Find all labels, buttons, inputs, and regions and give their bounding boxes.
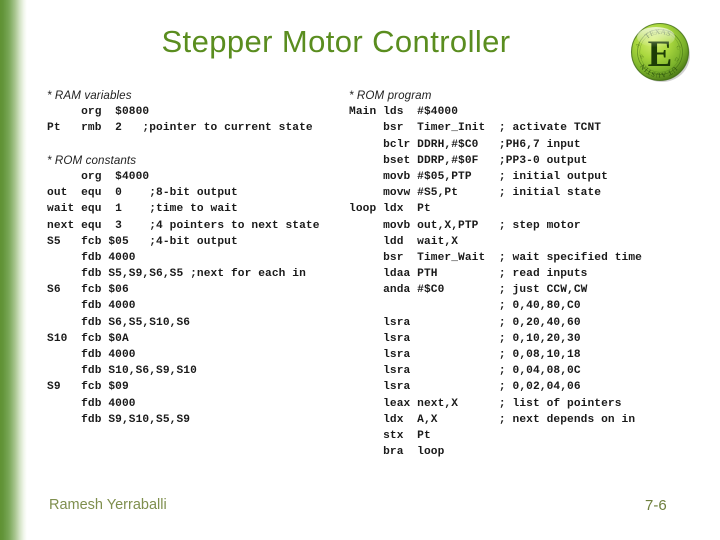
code-line: org $4000	[47, 170, 150, 183]
code-line: S5 fcb $05 ;4-bit output	[47, 235, 238, 248]
code-line: bra loop	[349, 446, 445, 459]
code-line: Main lds #$4000	[349, 106, 459, 119]
code-line: next equ 3 ;4 pointers to next state	[47, 219, 320, 232]
code-line: leax next,X ; list of pointers	[349, 397, 622, 410]
code-line: ldx A,X ; next depends on in	[349, 413, 636, 426]
code-section-header: * RAM variables	[47, 89, 132, 102]
code-block-ram-and-rom-constants: * RAM variables org $0800 Pt rmb 2 ;point…	[47, 88, 320, 428]
slide-canvas: Stepper Motor Controller UT AUSTIN A B C…	[0, 0, 720, 540]
code-line: lsra ; 0,02,04,06	[349, 381, 581, 394]
code-line: S10 fcb $0A	[47, 332, 129, 345]
embedded-systems-seal-logo: TEXAS UT AUSTIN A B C D E	[629, 21, 692, 83]
code-line: lsra ; 0,08,10,18	[349, 349, 581, 361]
code-line: fdb S6,S5,S10,S6	[47, 316, 191, 329]
code-section-header: * ROM program	[349, 89, 432, 102]
code-line: lsra ; 0,10,20,30	[349, 332, 581, 345]
code-section-header: * ROM constants	[47, 153, 137, 167]
code-line: S9 fcb $09	[47, 381, 129, 394]
code-line: stx Pt	[349, 429, 431, 442]
code-line: ldd wait,X	[349, 235, 459, 248]
code-line: S6 fcb $06	[47, 284, 129, 297]
left-accent-stripe	[0, 0, 27, 540]
code-line: fdb 4000	[47, 251, 136, 264]
footer-page-number: 7-6	[645, 497, 667, 514]
code-line: movw #S5,Pt ; initial state	[349, 187, 602, 200]
code-line: fdb S10,S6,S9,S10	[47, 365, 197, 378]
code-line: Pt rmb 2 ;pointer to current state	[47, 122, 313, 135]
code-line: movb #$05,PTP ; initial output	[349, 170, 608, 183]
code-block-rom-program: * ROM program Main lds #$4000 bsr Timer_I…	[349, 88, 642, 460]
code-line: lsra ; 0,20,40,60	[349, 316, 581, 329]
code-line: fdb S5,S9,S6,S5 ;next for each in	[47, 268, 306, 281]
code-line: movb out,X,PTP ; step motor	[349, 219, 581, 232]
code-line: org $0800	[47, 106, 150, 119]
page-title: Stepper Motor Controller	[161, 24, 511, 59]
code-line: fdb 4000	[47, 349, 136, 361]
code-line: ; 0,40,80,C0	[349, 300, 581, 313]
code-line: bset DDRP,#$0F ;PP3-0 output	[349, 154, 588, 167]
code-line: fdb 4000	[47, 300, 136, 313]
code-line: wait equ 1 ;time to wait	[47, 203, 238, 216]
code-line: bsr Timer_Init ; activate TCNT	[349, 122, 602, 135]
code-line: ldaa PTH ; read inputs	[349, 268, 588, 281]
code-line: bsr Timer_Wait ; wait specified time	[349, 251, 642, 264]
footer-author: Ramesh Yerraballi	[49, 497, 167, 513]
code-line: fdb 4000	[47, 397, 136, 410]
code-line: anda #$C0 ; just CCW,CW	[349, 284, 588, 297]
code-line: lsra ; 0,04,08,0C	[349, 365, 581, 378]
code-line: out equ 0 ;8-bit output	[47, 187, 238, 200]
code-line: fdb S9,S10,S5,S9	[47, 413, 191, 426]
code-line: loop ldx Pt	[349, 203, 431, 216]
seal-icon: TEXAS UT AUSTIN A B C D E	[630, 22, 690, 82]
code-line: bclr DDRH,#$C0 ;PH6,7 input	[349, 138, 581, 151]
